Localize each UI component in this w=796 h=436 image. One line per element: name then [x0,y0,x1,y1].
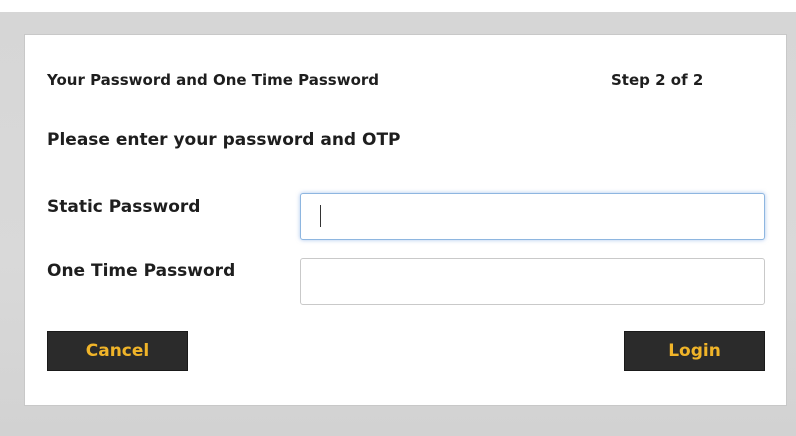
static-password-field[interactable] [300,193,765,240]
instruction-text: Please enter your password and OTP [47,130,401,150]
login-dialog: Your Password and One Time Password Step… [24,34,787,406]
dialog-title: Your Password and One Time Password [47,71,380,89]
step-indicator: Step 2 of 2 [611,71,704,89]
page-top-strip [0,0,796,12]
one-time-password-label: One Time Password [47,261,236,281]
cancel-button[interactable]: Cancel [47,331,188,371]
one-time-password-field[interactable] [300,258,765,305]
text-cursor [320,205,321,227]
login-button[interactable]: Login [624,331,765,371]
static-password-label: Static Password [47,197,201,217]
